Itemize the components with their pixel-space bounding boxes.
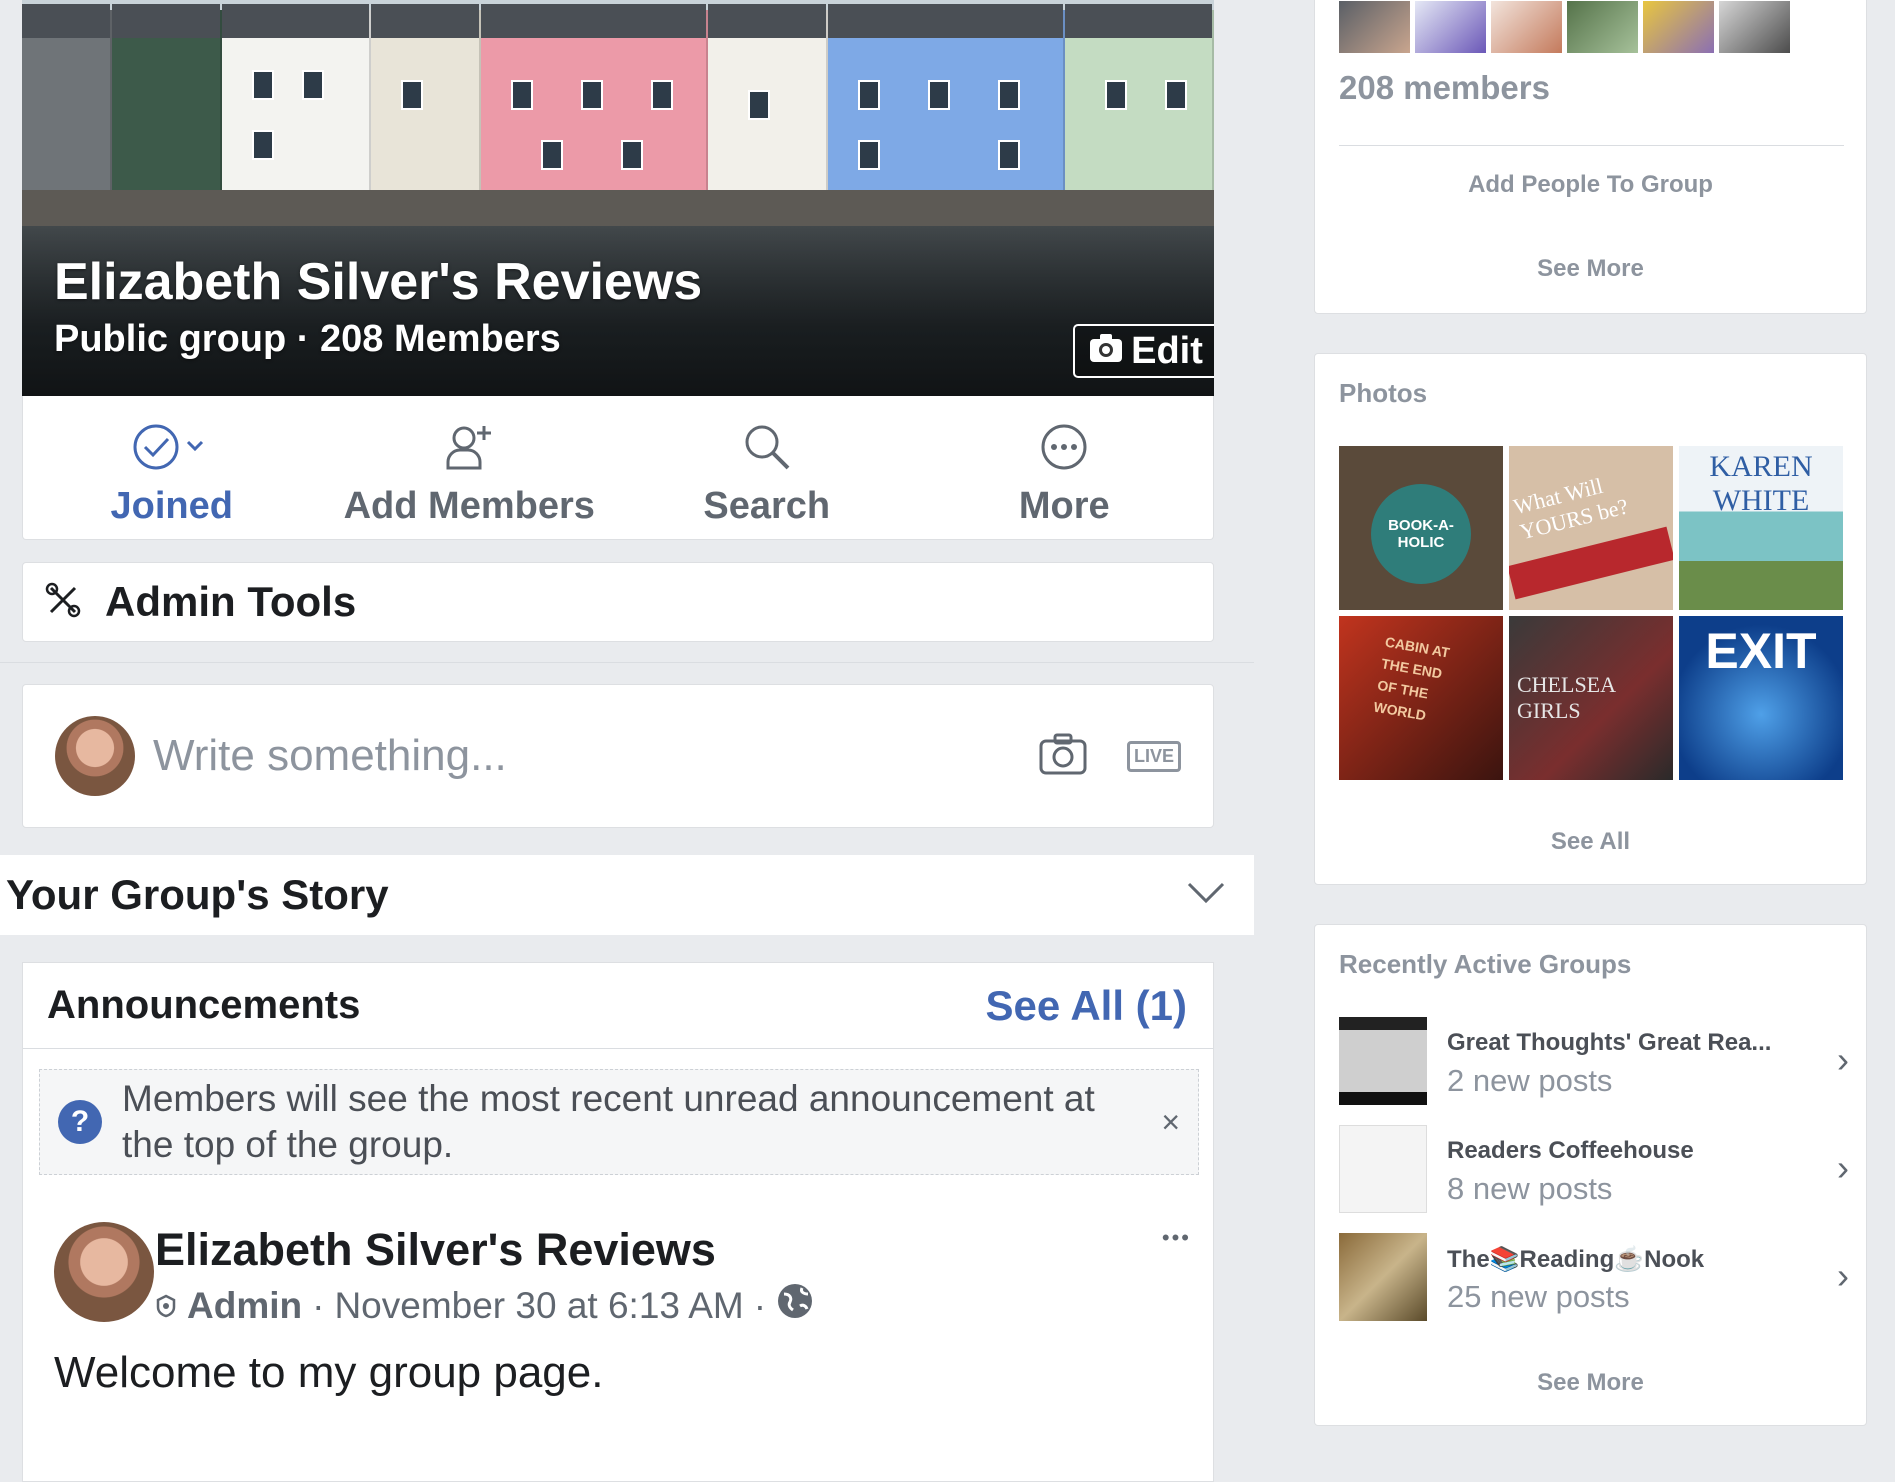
recent-group-item[interactable]: Readers Coffeehouse 8 new posts ›	[1339, 1125, 1849, 1215]
photo-caption: CHELSEA GIRLS	[1517, 672, 1615, 723]
admin-badge-icon	[155, 1285, 177, 1327]
group-new-posts: 8 new posts	[1447, 1171, 1613, 1206]
meta-separator: ·	[753, 1284, 767, 1326]
section-divider	[0, 662, 1254, 663]
group-story-header[interactable]: Your Group's Story	[0, 855, 1254, 935]
group-title: Elizabeth Silver's Reviews	[54, 253, 703, 311]
photo-grid: BOOK-A-HOLIC What Will YOURS be? KAREN W…	[1339, 446, 1843, 780]
chevron-right-icon: ›	[1837, 1039, 1849, 1080]
divider	[1339, 145, 1844, 146]
cover-photo[interactable]: Elizabeth Silver's Reviews Public group …	[22, 0, 1214, 396]
see-more-groups-link[interactable]: See More	[1315, 1369, 1866, 1397]
photo-thumb[interactable]: CHELSEA GIRLS	[1509, 616, 1673, 780]
camera-icon[interactable]	[1039, 733, 1087, 780]
group-thumb	[1339, 1125, 1427, 1213]
group-new-posts: 25 new posts	[1447, 1279, 1630, 1314]
question-icon: ?	[58, 1100, 102, 1144]
live-video-button[interactable]: LIVE	[1126, 740, 1181, 772]
avatar	[55, 716, 135, 796]
group-name: The📚Reading☕Nook	[1447, 1246, 1705, 1273]
joined-label: Joined	[110, 485, 233, 527]
more-label: More	[1018, 485, 1110, 527]
search-icon	[742, 422, 792, 477]
recent-groups-title: Recently Active Groups	[1339, 949, 1632, 979]
photo-caption: KAREN WHITE	[1709, 450, 1813, 517]
avatar[interactable]	[1719, 1, 1790, 53]
announcement-notice: ? Members will see the most recent unrea…	[39, 1069, 1199, 1175]
joined-button[interactable]: Joined	[23, 396, 321, 539]
camera-icon	[1089, 330, 1123, 373]
chevron-right-icon: ›	[1837, 1255, 1849, 1296]
photos-card: Photos BOOK-A-HOLIC What Will YOURS be? …	[1314, 353, 1867, 885]
notice-text: Members will see the most recent unread …	[122, 1078, 1095, 1165]
group-thumb	[1339, 1017, 1427, 1105]
post-meta: Admin · November 30 at 6:13 AM ·	[155, 1282, 814, 1329]
more-circle-icon	[1039, 422, 1089, 477]
tools-icon	[45, 582, 81, 623]
admin-tools-label: Admin Tools	[105, 578, 357, 625]
close-icon[interactable]: ×	[1161, 1104, 1180, 1141]
recent-group-item[interactable]: Great Thoughts' Great Rea... 2 new posts…	[1339, 1017, 1849, 1107]
composer-input[interactable]: Write something...	[153, 731, 1039, 781]
group-name: Great Thoughts' Great Rea...	[1447, 1029, 1772, 1056]
edit-label: Edit	[1131, 329, 1203, 372]
post-menu-button[interactable]: •••	[1162, 1225, 1191, 1251]
post-body: Welcome to my group page.	[54, 1348, 604, 1397]
see-all-photos-link[interactable]: See All	[1315, 828, 1866, 856]
meta-separator: ·	[312, 1284, 325, 1326]
add-members-label: Add Members	[343, 485, 595, 527]
photo-caption: EXIT	[1705, 623, 1817, 679]
group-new-posts: 2 new posts	[1447, 1063, 1613, 1098]
members-count[interactable]: 208 members	[1339, 69, 1550, 107]
photo-thumb[interactable]: KAREN WHITE	[1679, 446, 1843, 610]
photo-thumb[interactable]: BOOK-A-HOLIC	[1339, 446, 1503, 610]
post-timestamp[interactable]: November 30 at 6:13 AM	[334, 1285, 743, 1327]
group-story-title: Your Group's Story	[6, 871, 389, 918]
add-members-button[interactable]: Add Members	[321, 396, 619, 539]
photo-caption: BOOK-A-HOLIC	[1371, 484, 1471, 584]
edit-cover-button[interactable]: Edit	[1073, 324, 1214, 378]
avatar[interactable]	[1415, 1, 1486, 53]
members-card: 208 members Add People To Group See More	[1314, 0, 1867, 314]
see-all-announcements-link[interactable]: See All (1)	[985, 982, 1187, 1030]
group-name: Readers Coffeehouse	[1447, 1137, 1694, 1164]
post-composer[interactable]: Write something... LIVE	[22, 684, 1214, 828]
more-button[interactable]: More	[916, 396, 1214, 539]
member-avatars	[1339, 1, 1790, 53]
photo-thumb[interactable]: CABIN AT THE END OF THE WORLD	[1339, 616, 1503, 780]
admin-tools-row[interactable]: Admin Tools	[22, 562, 1214, 642]
post-role: Admin	[187, 1284, 303, 1326]
photo-thumb[interactable]: What Will YOURS be?	[1509, 446, 1673, 610]
post-author-name[interactable]: Elizabeth Silver's Reviews	[155, 1224, 716, 1276]
recent-group-item[interactable]: The📚Reading☕Nook 25 new posts ›	[1339, 1233, 1849, 1323]
post-author-avatar[interactable]	[54, 1222, 154, 1322]
chevron-right-icon: ›	[1837, 1147, 1849, 1188]
photo-thumb[interactable]: EXIT	[1679, 616, 1843, 780]
group-thumb	[1339, 1233, 1427, 1321]
avatar[interactable]	[1491, 1, 1562, 53]
see-more-members-link[interactable]: See More	[1315, 255, 1866, 283]
chevron-down-icon[interactable]	[1186, 881, 1226, 910]
avatar[interactable]	[1643, 1, 1714, 53]
check-circle-icon	[132, 422, 212, 477]
group-subtitle[interactable]: Public group · 208 Members	[54, 318, 561, 361]
photo-caption: CABIN AT THE END OF THE WORLD	[1372, 633, 1451, 724]
add-person-icon	[444, 422, 494, 477]
search-label: Search	[703, 485, 831, 527]
search-button[interactable]: Search	[618, 396, 916, 539]
announcements-card: Announcements See All (1) ? Members will…	[22, 962, 1214, 1482]
avatar[interactable]	[1339, 1, 1410, 53]
avatar[interactable]	[1567, 1, 1638, 53]
announcements-title: Announcements	[47, 983, 361, 1027]
recent-groups-card: Recently Active Groups Great Thoughts' G…	[1314, 924, 1867, 1426]
group-action-bar: Joined Add Members Search More	[22, 396, 1214, 540]
photos-title: Photos	[1339, 378, 1428, 408]
globe-icon	[776, 1282, 814, 1329]
add-people-link[interactable]: Add People To Group	[1315, 171, 1866, 199]
